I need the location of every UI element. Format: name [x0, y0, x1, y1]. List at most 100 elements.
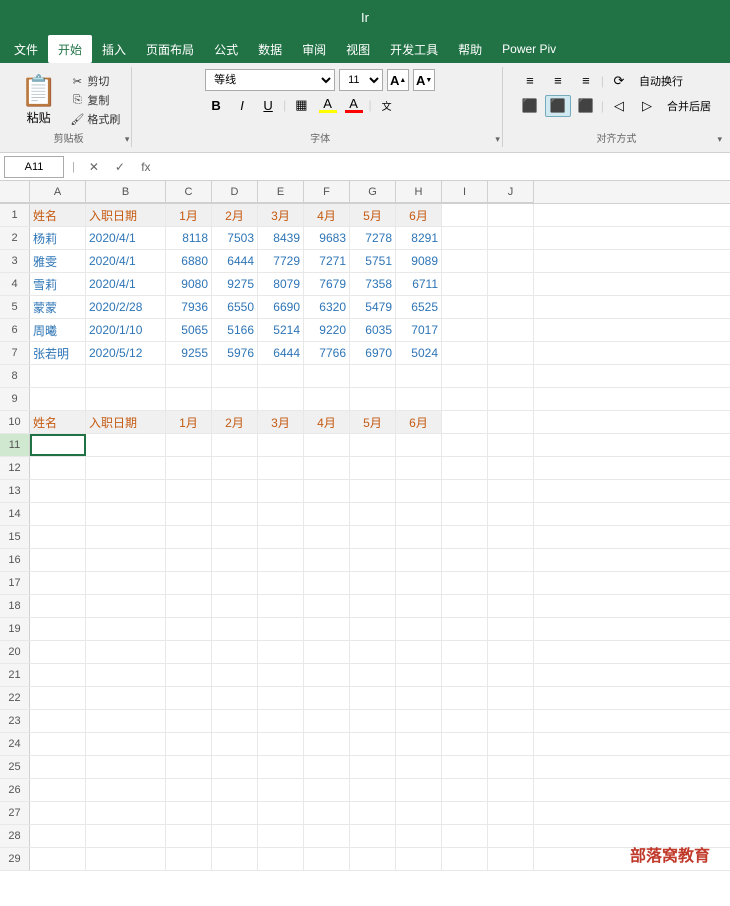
menu-powerpiv[interactable]: Power Piv: [492, 35, 566, 63]
cell-G3[interactable]: 5751: [350, 250, 396, 272]
cell-C26[interactable]: [166, 779, 212, 801]
cell-F11[interactable]: [304, 434, 350, 456]
bold-button[interactable]: B: [205, 94, 227, 116]
cell-F8[interactable]: [304, 365, 350, 387]
cell-H25[interactable]: [396, 756, 442, 778]
cell-G28[interactable]: [350, 825, 396, 847]
cell-E4[interactable]: 8079: [258, 273, 304, 295]
cell-A12[interactable]: [30, 457, 86, 479]
cell-A6[interactable]: 周曦: [30, 319, 86, 341]
cell-G9[interactable]: [350, 388, 396, 410]
cell-J21[interactable]: [488, 664, 534, 686]
cell-E23[interactable]: [258, 710, 304, 732]
cell-J20[interactable]: [488, 641, 534, 663]
cell-E17[interactable]: [258, 572, 304, 594]
cell-I14[interactable]: [442, 503, 488, 525]
cell-F1[interactable]: 4月: [304, 204, 350, 226]
cell-F9[interactable]: [304, 388, 350, 410]
cell-I10[interactable]: [442, 411, 488, 433]
col-header-A[interactable]: A: [30, 181, 86, 203]
cell-E2[interactable]: 8439: [258, 227, 304, 249]
cell-C24[interactable]: [166, 733, 212, 755]
cell-F5[interactable]: 6320: [304, 296, 350, 318]
cell-H4[interactable]: 6711: [396, 273, 442, 295]
cell-B14[interactable]: [86, 503, 166, 525]
cell-F26[interactable]: [304, 779, 350, 801]
cell-A13[interactable]: [30, 480, 86, 502]
cell-F19[interactable]: [304, 618, 350, 640]
cell-D11[interactable]: [212, 434, 258, 456]
cell-F2[interactable]: 9683: [304, 227, 350, 249]
cell-G20[interactable]: [350, 641, 396, 663]
align-bottom-button[interactable]: ≡: [573, 70, 599, 92]
cell-F17[interactable]: [304, 572, 350, 594]
cell-D24[interactable]: [212, 733, 258, 755]
cell-J5[interactable]: [488, 296, 534, 318]
cell-J12[interactable]: [488, 457, 534, 479]
cell-A15[interactable]: [30, 526, 86, 548]
cell-D27[interactable]: [212, 802, 258, 824]
cell-I20[interactable]: [442, 641, 488, 663]
paste-button[interactable]: 📋 粘贴: [14, 72, 63, 128]
cell-I28[interactable]: [442, 825, 488, 847]
col-header-G[interactable]: G: [350, 181, 396, 203]
font-color-button[interactable]: A: [343, 94, 365, 116]
alignment-expand-icon[interactable]: ▾: [717, 134, 722, 145]
cell-B1[interactable]: 入职日期: [86, 204, 166, 226]
cell-D22[interactable]: [212, 687, 258, 709]
cell-A19[interactable]: [30, 618, 86, 640]
cell-B11[interactable]: [86, 434, 166, 456]
cell-C17[interactable]: [166, 572, 212, 594]
cell-H5[interactable]: 6525: [396, 296, 442, 318]
menu-view[interactable]: 视图: [336, 35, 380, 63]
cell-G1[interactable]: 5月: [350, 204, 396, 226]
cell-F7[interactable]: 7766: [304, 342, 350, 364]
cell-J13[interactable]: [488, 480, 534, 502]
cell-F14[interactable]: [304, 503, 350, 525]
cell-C25[interactable]: [166, 756, 212, 778]
cell-J6[interactable]: [488, 319, 534, 341]
cell-G4[interactable]: 7358: [350, 273, 396, 295]
col-header-H[interactable]: H: [396, 181, 442, 203]
cell-J18[interactable]: [488, 595, 534, 617]
cell-E19[interactable]: [258, 618, 304, 640]
cell-C14[interactable]: [166, 503, 212, 525]
cell-reference-input[interactable]: A11: [4, 156, 64, 178]
cell-C7[interactable]: 9255: [166, 342, 212, 364]
col-header-B[interactable]: B: [86, 181, 166, 203]
cell-A2[interactable]: 杨莉: [30, 227, 86, 249]
border-button[interactable]: ▦: [290, 94, 312, 116]
cell-F18[interactable]: [304, 595, 350, 617]
cell-C2[interactable]: 8118: [166, 227, 212, 249]
cell-E25[interactable]: [258, 756, 304, 778]
cell-C15[interactable]: [166, 526, 212, 548]
cell-E22[interactable]: [258, 687, 304, 709]
cell-H27[interactable]: [396, 802, 442, 824]
cell-F13[interactable]: [304, 480, 350, 502]
cell-D7[interactable]: 5976: [212, 342, 258, 364]
cell-E15[interactable]: [258, 526, 304, 548]
cell-I23[interactable]: [442, 710, 488, 732]
cell-I21[interactable]: [442, 664, 488, 686]
cell-A5[interactable]: 蒙蒙: [30, 296, 86, 318]
cell-J11[interactable]: [488, 434, 534, 456]
underline-button[interactable]: U: [257, 94, 279, 116]
cell-G2[interactable]: 7278: [350, 227, 396, 249]
cell-G13[interactable]: [350, 480, 396, 502]
cell-D9[interactable]: [212, 388, 258, 410]
cell-E29[interactable]: [258, 848, 304, 870]
align-top-button[interactable]: ≡: [517, 70, 543, 92]
cell-A21[interactable]: [30, 664, 86, 686]
cell-A14[interactable]: [30, 503, 86, 525]
cell-I11[interactable]: [442, 434, 488, 456]
cell-C16[interactable]: [166, 549, 212, 571]
confirm-formula-button[interactable]: ✓: [109, 156, 131, 178]
cell-B10[interactable]: 入职日期: [86, 411, 166, 433]
cell-C29[interactable]: [166, 848, 212, 870]
indent-increase-button[interactable]: ▷: [634, 95, 660, 117]
cell-C1[interactable]: 1月: [166, 204, 212, 226]
cell-J9[interactable]: [488, 388, 534, 410]
cell-C27[interactable]: [166, 802, 212, 824]
cell-B22[interactable]: [86, 687, 166, 709]
cell-B29[interactable]: [86, 848, 166, 870]
